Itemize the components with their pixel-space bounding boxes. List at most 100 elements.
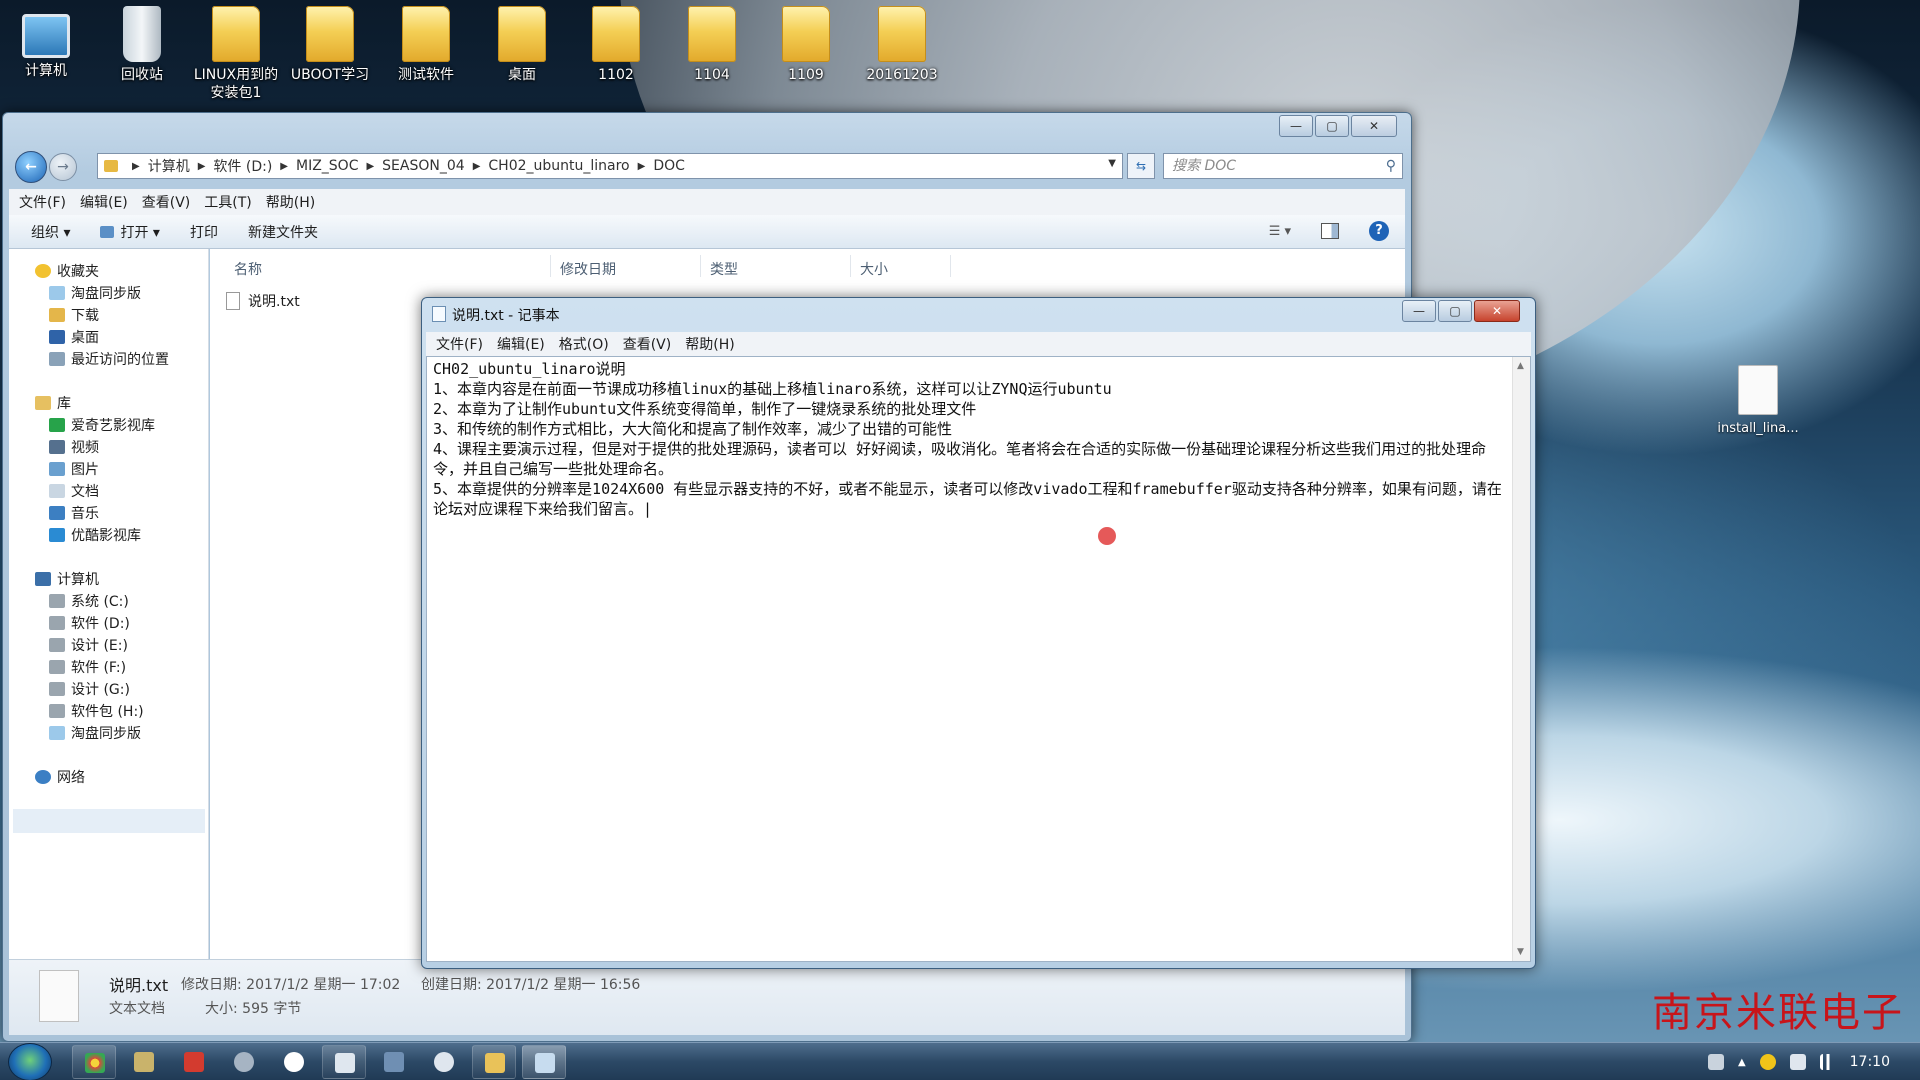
taskbar-app-3[interactable]: [172, 1045, 216, 1079]
close-button[interactable]: ✕: [1351, 115, 1397, 137]
nav-item-pictures[interactable]: 图片: [49, 459, 99, 479]
nav-item-taopan-2[interactable]: 淘盘同步版: [49, 723, 141, 743]
scroll-down-icon[interactable]: ▼: [1517, 947, 1524, 957]
details-pane: 说明.txt 修改日期: 2017/1/2 星期一 17:02 创建日期: 20…: [9, 959, 1405, 1035]
breadcrumb-doc[interactable]: DOC: [653, 158, 685, 174]
desktop-icon-uboot[interactable]: UBOOT学习: [284, 6, 376, 84]
back-button[interactable]: ←: [15, 151, 47, 183]
menu-format[interactable]: 格式(O): [559, 334, 609, 354]
nav-item-documents[interactable]: 文档: [49, 481, 99, 501]
desktop-icon-test-software[interactable]: 测试软件: [380, 6, 472, 84]
preview-pane-icon[interactable]: [1321, 223, 1339, 239]
nav-item-youku[interactable]: 优酷影视库: [49, 525, 141, 545]
taskbar-app-2[interactable]: [122, 1045, 166, 1079]
nav-item-desktop[interactable]: 桌面: [49, 327, 99, 347]
desktop-icon-computer[interactable]: 计算机: [0, 6, 92, 80]
desktop-icon-20161203[interactable]: 20161203: [856, 6, 948, 84]
menu-file[interactable]: 文件(F): [436, 334, 483, 354]
keyboard-icon[interactable]: [1707, 1054, 1724, 1070]
nav-item-videos[interactable]: 视频: [49, 437, 99, 457]
nav-drive-e[interactable]: 设计 (E:): [49, 635, 128, 655]
desktop-icon-desktop-folder[interactable]: 桌面: [476, 6, 568, 84]
menu-help[interactable]: 帮助(H): [685, 334, 734, 354]
nav-libraries[interactable]: 库: [35, 393, 71, 413]
breadcrumb-computer[interactable]: 计算机: [148, 156, 190, 176]
desktop-icon-install-file[interactable]: install_lina...: [1700, 365, 1816, 436]
column-size[interactable]: 大小: [860, 259, 888, 279]
taskbar-app-8[interactable]: [422, 1045, 466, 1079]
downloads-icon: [49, 308, 65, 322]
nav-drive-d[interactable]: 软件 (D:): [49, 613, 130, 633]
clock[interactable]: 17:10: [1850, 1054, 1890, 1070]
nav-item-recent[interactable]: 最近访问的位置: [49, 349, 169, 369]
print-button[interactable]: 打印: [190, 222, 218, 242]
nav-drive-h[interactable]: 软件包 (H:): [49, 701, 144, 721]
desktop-icon-1104[interactable]: 1104: [666, 6, 758, 84]
folder-icon: [212, 6, 260, 62]
desktop-icon-linux-packages[interactable]: LINUX用到的安装包1: [190, 6, 282, 102]
menu-view[interactable]: 查看(V): [623, 334, 672, 354]
menu-file[interactable]: 文件(F): [19, 192, 66, 212]
notepad-text[interactable]: CH02_ubuntu_linaro说明 1、本章内容是在前面一节课成功移植li…: [433, 359, 1508, 519]
nav-drive-c[interactable]: 系统 (C:): [49, 591, 129, 611]
menu-view[interactable]: 查看(V): [142, 192, 191, 212]
menu-edit[interactable]: 编辑(E): [80, 192, 128, 212]
file-row[interactable]: 说明.txt: [226, 291, 300, 311]
nav-item-taopan[interactable]: 淘盘同步版: [49, 283, 141, 303]
nav-network[interactable]: 网络: [35, 767, 85, 787]
taskbar-explorer[interactable]: [472, 1045, 516, 1079]
organize-button[interactable]: 组织 ▾: [31, 222, 70, 242]
taskbar-app-7[interactable]: [372, 1045, 416, 1079]
network-signal-icon[interactable]: [1819, 1054, 1836, 1070]
taskbar-notepad[interactable]: [522, 1045, 566, 1079]
taskbar-app-5[interactable]: [272, 1045, 316, 1079]
breadcrumb-ch02[interactable]: CH02_ubuntu_linaro: [488, 158, 629, 174]
help-icon[interactable]: ?: [1369, 221, 1389, 241]
maximize-button[interactable]: ▢: [1315, 115, 1349, 137]
app-icon: [234, 1052, 254, 1072]
desktop-icon-1109[interactable]: 1109: [760, 6, 852, 84]
desktop-icon-recycle-bin[interactable]: 回收站: [96, 6, 188, 84]
desktop-icon-1102[interactable]: 1102: [570, 6, 662, 84]
breadcrumb-drive-d[interactable]: 软件 (D:): [213, 156, 272, 176]
nav-item-music[interactable]: 音乐: [49, 503, 99, 523]
column-type[interactable]: 类型: [710, 259, 738, 279]
refresh-button[interactable]: ⇆: [1127, 153, 1155, 179]
close-button[interactable]: ✕: [1474, 300, 1520, 322]
minimize-button[interactable]: —: [1279, 115, 1313, 137]
breadcrumb-season-04[interactable]: SEASON_04: [382, 158, 465, 174]
security-icon[interactable]: [1759, 1054, 1776, 1070]
volume-icon[interactable]: [1789, 1054, 1806, 1070]
menu-tools[interactable]: 工具(T): [204, 192, 251, 212]
address-bar[interactable]: ▶ 计算机 ▶ 软件 (D:) ▶ MIZ_SOC ▶ SEASON_04 ▶ …: [97, 153, 1123, 179]
chevron-down-icon[interactable]: ▼: [1108, 158, 1116, 169]
start-button[interactable]: [8, 1043, 52, 1080]
nav-drive-f[interactable]: 软件 (F:): [49, 657, 126, 677]
menu-help[interactable]: 帮助(H): [266, 192, 315, 212]
forward-button[interactable]: →: [49, 153, 77, 181]
vertical-scrollbar[interactable]: ▲ ▼: [1512, 357, 1530, 961]
notepad-editor[interactable]: CH02_ubuntu_linaro说明 1、本章内容是在前面一节课成功移植li…: [426, 356, 1531, 962]
breadcrumb-miz-soc[interactable]: MIZ_SOC: [296, 158, 358, 174]
minimize-button[interactable]: —: [1402, 300, 1436, 322]
taskbar-chrome[interactable]: [72, 1045, 116, 1079]
nav-item-downloads[interactable]: 下载: [49, 305, 99, 325]
maximize-button[interactable]: ▢: [1438, 300, 1472, 322]
open-button[interactable]: 打开 ▾: [120, 222, 159, 242]
chevron-up-icon[interactable]: ▲: [1738, 1057, 1746, 1068]
column-modified[interactable]: 修改日期: [560, 259, 616, 279]
nav-favorites[interactable]: 收藏夹: [35, 261, 99, 281]
menu-edit[interactable]: 编辑(E): [497, 334, 545, 354]
column-name[interactable]: 名称: [234, 259, 262, 279]
taskbar-app-6[interactable]: [322, 1045, 366, 1079]
search-icon[interactable]: ⚲: [1386, 154, 1396, 178]
scroll-up-icon[interactable]: ▲: [1517, 361, 1524, 371]
view-options-icon[interactable]: ☰ ▾: [1269, 224, 1291, 239]
nav-item-iqiyi[interactable]: 爱奇艺影视库: [49, 415, 155, 435]
new-folder-button[interactable]: 新建文件夹: [248, 222, 318, 242]
taskbar-app-4[interactable]: [222, 1045, 266, 1079]
nav-computer[interactable]: 计算机: [35, 569, 99, 589]
folder-icon: [485, 1053, 505, 1073]
nav-drive-g[interactable]: 设计 (G:): [49, 679, 130, 699]
search-input[interactable]: 搜索 DOC ⚲: [1163, 153, 1403, 179]
